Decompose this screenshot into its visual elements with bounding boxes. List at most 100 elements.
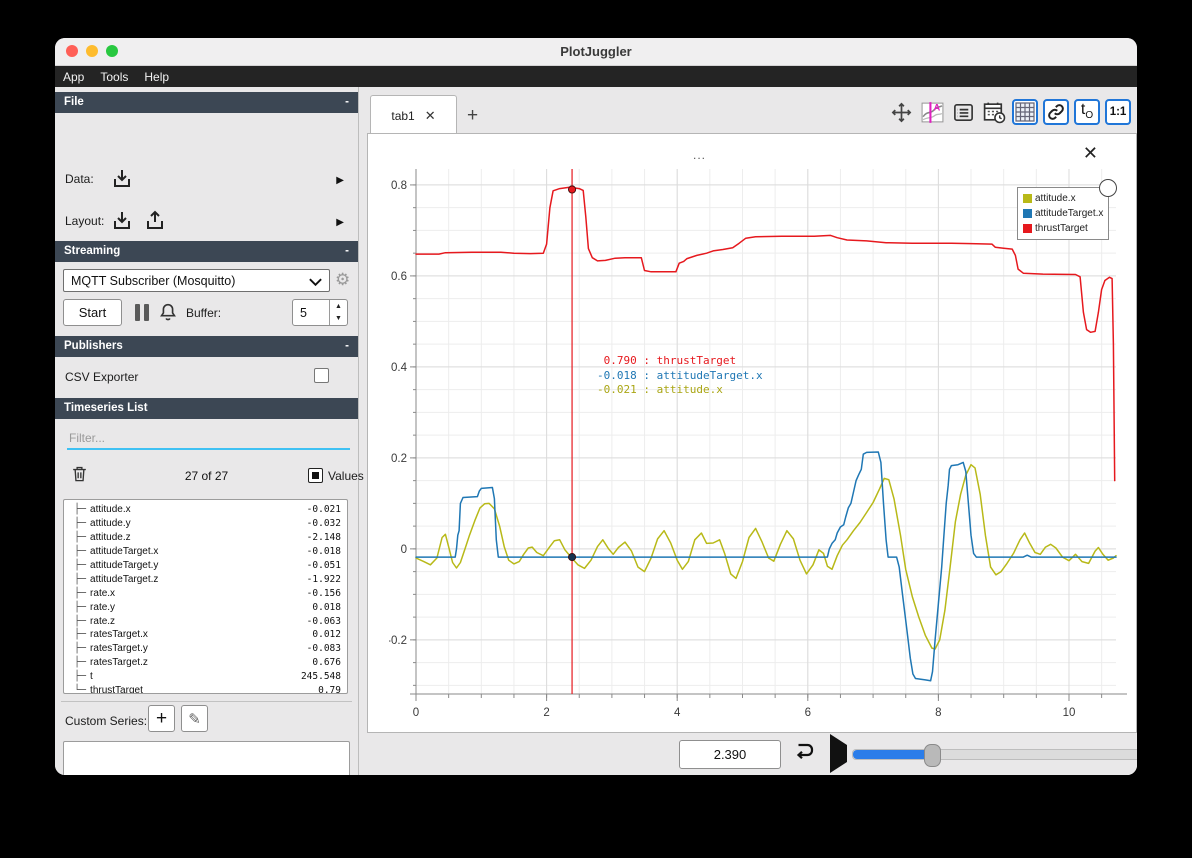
list-item[interactable]: ├─ ratesTarget.x 0.012 bbox=[64, 628, 347, 642]
publishers-section-title: Publishers bbox=[64, 340, 123, 352]
timeseries-tree[interactable]: ├─ attitude.x -0.021 ├─ attitude.y -0.032 ├─ at… bbox=[63, 499, 348, 694]
layout-menu-arrow[interactable]: ▶ bbox=[336, 217, 344, 228]
download-icon bbox=[114, 170, 130, 187]
series-name[interactable]: attitude.z bbox=[90, 532, 307, 543]
notifications-bell-icon[interactable] bbox=[157, 300, 179, 329]
legend-handle-icon[interactable] bbox=[1099, 179, 1117, 197]
1-1-icon: 1:1 bbox=[1109, 106, 1127, 118]
close-tab-icon[interactable]: ✕ bbox=[425, 108, 436, 124]
spin-up-icon[interactable]: ▲ bbox=[330, 300, 347, 313]
series-name[interactable]: attitudeTarget.x bbox=[90, 546, 307, 557]
list-item[interactable]: ├─ t 245.548 bbox=[64, 670, 347, 684]
collapse-icon[interactable]: - bbox=[345, 336, 349, 357]
svg-text:A: A bbox=[933, 102, 940, 112]
tree-branch-icon: ├─ bbox=[74, 615, 87, 627]
streaming-source-select[interactable]: MQTT Subscriber (Mosquitto) bbox=[63, 269, 330, 292]
series-name[interactable]: ratesTarget.z bbox=[90, 657, 312, 668]
link-ranges-button[interactable] bbox=[1043, 99, 1069, 125]
list-item[interactable]: ├─ rate.z -0.063 bbox=[64, 614, 347, 628]
current-time-display[interactable]: 2.390 bbox=[679, 740, 781, 769]
tree-branch-icon: ├─ bbox=[74, 573, 87, 585]
list-item[interactable]: ├─ attitudeTarget.y -0.051 bbox=[64, 559, 347, 573]
legend-entry[interactable]: thrustTarget bbox=[1023, 221, 1103, 236]
chart-canvas[interactable]: 0 2 4 6 8 10 0.8 0.6 0.4 0.2 0 -0.2 bbox=[387, 169, 1129, 729]
list-item[interactable]: ├─ attitude.y -0.032 bbox=[64, 517, 347, 531]
series-name[interactable]: thrustTarget bbox=[90, 685, 318, 693]
timeseries-section-header[interactable]: Timeseries List bbox=[55, 398, 358, 419]
list-item[interactable]: ├─ attitudeTarget.x -0.018 bbox=[64, 545, 347, 559]
start-streaming-button[interactable]: Start bbox=[63, 299, 122, 326]
streaming-settings-gear-icon[interactable]: ⚙ bbox=[335, 270, 350, 290]
add-tab-button[interactable]: + bbox=[467, 105, 478, 127]
data-menu-arrow[interactable]: ▶ bbox=[336, 175, 344, 186]
timeline-slider[interactable] bbox=[852, 744, 1137, 767]
pause-icon[interactable] bbox=[135, 304, 149, 321]
csv-exporter-checkbox[interactable] bbox=[314, 368, 329, 383]
tracker-readout-line: -0.021 : attitude.x bbox=[597, 383, 723, 396]
download-icon bbox=[114, 212, 130, 229]
close-plot-icon[interactable]: ✕ bbox=[1083, 144, 1098, 162]
plot-legend[interactable]: attitude.x attitudeTarget.x thrustTarget bbox=[1017, 179, 1117, 240]
list-item[interactable]: ├─ attitudeTarget.z -1.922 bbox=[64, 572, 347, 586]
loop-button[interactable] bbox=[790, 739, 817, 768]
values-checkbox[interactable] bbox=[308, 468, 323, 483]
series-name[interactable]: ratesTarget.y bbox=[90, 643, 307, 654]
save-layout-button[interactable] bbox=[143, 209, 167, 233]
menu-tools[interactable]: Tools bbox=[100, 70, 128, 84]
list-item[interactable]: ├─ rate.x -0.156 bbox=[64, 586, 347, 600]
file-section-header[interactable]: File - bbox=[55, 92, 358, 113]
spin-down-icon[interactable]: ▼ bbox=[330, 313, 347, 326]
load-data-button[interactable] bbox=[110, 167, 134, 191]
timeseries-section-title: Timeseries List bbox=[64, 402, 148, 414]
series-name[interactable]: attitude.x bbox=[90, 504, 307, 515]
load-layout-button[interactable] bbox=[110, 209, 134, 233]
datetime-button[interactable] bbox=[981, 99, 1007, 125]
tree-branch-icon: ├─ bbox=[74, 601, 87, 613]
series-name[interactable]: rate.z bbox=[90, 616, 307, 627]
buffer-spinbox[interactable]: 5 ▲ ▼ bbox=[292, 299, 348, 326]
list-item[interactable]: ├─ rate.y 0.018 bbox=[64, 600, 347, 614]
series-name[interactable]: ratesTarget.x bbox=[90, 629, 312, 640]
series-value: 245.548 bbox=[300, 671, 341, 683]
collapse-icon[interactable]: - bbox=[345, 92, 349, 113]
list-item[interactable]: ├─ ratesTarget.z 0.676 bbox=[64, 656, 347, 670]
series-name[interactable]: attitudeTarget.y bbox=[90, 560, 307, 571]
series-name[interactable]: rate.y bbox=[90, 602, 312, 613]
buffer-value[interactable]: 5 bbox=[293, 300, 329, 325]
publishers-section-header[interactable]: Publishers - bbox=[55, 336, 358, 357]
tab-tab1[interactable]: tab1 ✕ bbox=[370, 95, 457, 135]
splitter-dots[interactable]: ... bbox=[693, 148, 706, 162]
series-value: -1.922 bbox=[306, 573, 341, 585]
menu-help[interactable]: Help bbox=[144, 70, 169, 84]
add-custom-series-button[interactable]: + bbox=[148, 705, 175, 732]
loop-icon bbox=[796, 743, 814, 760]
collapse-icon[interactable]: - bbox=[345, 241, 349, 262]
series-name[interactable]: attitude.y bbox=[90, 518, 307, 529]
curve-tracker-button[interactable]: A bbox=[919, 99, 945, 125]
legend-list-button[interactable] bbox=[950, 99, 976, 125]
legend-entry[interactable]: attitude.x bbox=[1023, 191, 1103, 206]
streaming-section-header[interactable]: Streaming - bbox=[55, 241, 358, 262]
time-offset-button[interactable]: tO bbox=[1074, 99, 1100, 125]
plot-area[interactable]: 0 2 4 6 8 10 0.8 0.6 0.4 0.2 0 -0.2 0.790 : thrustT… bbox=[387, 169, 1129, 729]
grid-layout-button[interactable] bbox=[1012, 99, 1038, 125]
play-button[interactable] bbox=[830, 733, 847, 773]
slider-handle[interactable] bbox=[924, 744, 942, 767]
series-name[interactable]: attitudeTarget.z bbox=[90, 574, 307, 585]
list-item[interactable]: ├─ attitude.x -0.021 bbox=[64, 503, 347, 517]
series-name[interactable]: rate.x bbox=[90, 588, 307, 599]
filter-input[interactable] bbox=[67, 427, 350, 450]
tree-branch-icon: ├─ bbox=[74, 504, 87, 516]
list-item[interactable]: └─ thrustTarget 0.79 bbox=[64, 684, 347, 693]
left-sidebar: File - Data: ▶ Layout: ▶ Streaming - MQT… bbox=[55, 87, 364, 775]
edit-custom-series-button[interactable]: ✎ bbox=[181, 705, 208, 732]
legend-entry[interactable]: attitudeTarget.x bbox=[1023, 206, 1103, 221]
series-name[interactable]: t bbox=[90, 671, 301, 682]
ratio-1to1-button[interactable]: 1:1 bbox=[1105, 99, 1131, 125]
csv-exporter-label: CSV Exporter bbox=[65, 370, 139, 384]
custom-series-list[interactable] bbox=[63, 741, 350, 775]
pan-tool-button[interactable] bbox=[888, 99, 914, 125]
list-item[interactable]: ├─ ratesTarget.y -0.083 bbox=[64, 642, 347, 656]
list-item[interactable]: ├─ attitude.z -2.148 bbox=[64, 531, 347, 545]
menu-app[interactable]: App bbox=[63, 70, 84, 84]
